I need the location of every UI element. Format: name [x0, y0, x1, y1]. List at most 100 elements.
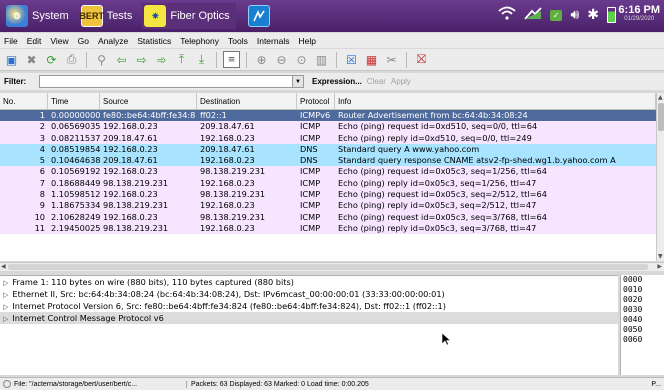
tests-button[interactable]: BERT Tests: [79, 3, 139, 29]
go-first-icon[interactable]: ⤒: [173, 51, 190, 68]
detail-row-icmpv6[interactable]: ▷ Internet Control Message Protocol v6: [0, 312, 618, 324]
signal-icon[interactable]: [524, 6, 542, 24]
column-header-protocol[interactable]: Protocol: [297, 93, 335, 110]
zoom-in-icon[interactable]: ⊕: [253, 51, 270, 68]
packet-cell-no: 2: [39, 121, 45, 132]
menu-internals[interactable]: Internals: [257, 36, 290, 46]
scroll-left-icon[interactable]: ◀: [1, 263, 6, 270]
menu-bar: File Edit View Go Analyze Statistics Tel…: [0, 33, 664, 48]
preferences-icon[interactable]: ✂: [383, 51, 400, 68]
go-to-packet-icon[interactable]: ➾: [153, 51, 170, 68]
packet-row[interactable]: 11 2.19450025 98.138.219.231 192.168.0.23 IC…: [0, 222, 656, 235]
packet-cell-dst: 98.138.219.231: [200, 211, 266, 222]
menu-analyze[interactable]: Analyze: [98, 36, 128, 46]
packet-row[interactable]: 7 0.18688449 98.138.219.231 192.168.0.23 ICM…: [0, 177, 656, 190]
zoom-out-icon[interactable]: ⊖: [273, 51, 290, 68]
expand-arrow-icon[interactable]: ▷: [3, 291, 8, 299]
detail-row-ipv6[interactable]: ▷ Internet Protocol Version 6, Src: fe80:…: [0, 300, 618, 312]
menu-tools[interactable]: Tools: [228, 36, 248, 46]
packet-row[interactable]: 2 0.06569035 192.168.0.23 209.18.47.61 ICMP E…: [0, 121, 656, 133]
go-last-icon[interactable]: ⤓: [193, 51, 210, 68]
expand-arrow-icon[interactable]: ▷: [3, 279, 8, 287]
menu-help[interactable]: Help: [298, 36, 315, 46]
battery-icon: [607, 7, 616, 23]
battery-status-icon[interactable]: ✓: [549, 9, 563, 21]
packet-row[interactable]: 5 0.10464638 209.18.47.61 192.168.0.23 DNS St…: [0, 155, 656, 167]
packet-row[interactable]: 6 0.10569192 192.168.0.23 98.138.219.231 ICM…: [0, 166, 656, 178]
toolbar-separator: [406, 51, 407, 68]
packet-row[interactable]: 8 1.10598512 192.168.0.23 98.138.219.231 ICM…: [0, 189, 656, 201]
column-header-info[interactable]: Info: [335, 93, 656, 110]
coloring-rules-icon[interactable]: ▦: [363, 51, 380, 68]
packet-cell-src: 192.168.0.23: [103, 211, 158, 222]
wireshark-app-button[interactable]: [240, 3, 280, 29]
detail-row-frame[interactable]: ▷ Frame 1: 110 bytes on wire (880 bits), …: [0, 276, 618, 288]
packet-cell-dst: ff02::1: [200, 110, 227, 120]
filter-input[interactable]: [39, 75, 293, 88]
system-button[interactable]: ⚙ System: [4, 3, 75, 29]
packet-list-vscrollbar[interactable]: ▲ ▼: [656, 93, 664, 261]
colorize-icon[interactable]: ≡: [223, 51, 240, 68]
packet-cell-time: 1.18675334: [51, 200, 100, 211]
expand-arrow-icon[interactable]: ▷: [3, 303, 8, 311]
hscroll-thumb[interactable]: [8, 264, 648, 270]
save-icon[interactable]: ▣: [3, 51, 20, 68]
zoom-normal-icon[interactable]: ⊙: [293, 51, 310, 68]
reload-icon[interactable]: ⟳: [43, 51, 60, 68]
help-icon[interactable]: ⛝: [413, 51, 430, 68]
print-icon[interactable]: ⎙: [63, 51, 80, 68]
apply-button[interactable]: Apply: [391, 77, 411, 86]
menu-go[interactable]: Go: [78, 36, 89, 46]
column-header-destination[interactable]: Destination: [197, 93, 297, 110]
packet-cell-src: 192.168.0.23: [103, 189, 158, 200]
detail-text: Internet Protocol Version 6, Src: fe80::…: [12, 301, 446, 311]
close-file-icon[interactable]: ✖: [23, 51, 40, 68]
filter-dropdown-icon[interactable]: ▼: [293, 75, 304, 88]
menu-statistics[interactable]: Statistics: [137, 36, 171, 46]
scroll-right-icon[interactable]: ▶: [657, 263, 662, 270]
packet-cell-no: 9: [39, 200, 45, 211]
menu-file[interactable]: File: [4, 36, 18, 46]
resize-columns-icon[interactable]: ▥: [313, 51, 330, 68]
packet-cell-proto: ICMP: [300, 166, 321, 177]
wifi-icon[interactable]: [498, 6, 516, 24]
scroll-thumb[interactable]: [658, 103, 664, 131]
packet-row[interactable]: 9 1.18675334 98.138.219.231 192.168.0.23 ICM…: [0, 200, 656, 212]
fiber-optics-button[interactable]: ✷ Fiber Optics: [142, 3, 236, 29]
packet-cell-no: 11: [34, 222, 45, 233]
status-bar: File: "/acterna/storage/bert/user/bert/c…: [0, 377, 664, 390]
clear-button[interactable]: Clear: [367, 77, 386, 86]
capture-filters-icon[interactable]: ☒: [343, 51, 360, 68]
expert-info-icon[interactable]: [3, 380, 11, 388]
expression-button[interactable]: Expression...: [312, 77, 362, 86]
scroll-down-icon[interactable]: ▼: [658, 253, 663, 260]
column-header-no[interactable]: No.: [0, 93, 48, 110]
scroll-up-icon[interactable]: ▲: [658, 94, 663, 101]
go-forward-icon[interactable]: ⇨: [133, 51, 150, 68]
packet-cell-no: 6: [39, 166, 45, 177]
packet-cell-info: Echo (ping) reply id=0xd510, seq=0/0, tt…: [338, 132, 532, 143]
packet-row[interactable]: 4 0.08519854 192.168.0.23 209.18.47.61 DNS St…: [0, 143, 656, 156]
bluetooth-icon[interactable]: ✱: [587, 7, 599, 23]
packet-list-hscrollbar[interactable]: ◀ ▶: [0, 262, 664, 271]
menu-telephony[interactable]: Telephony: [180, 36, 219, 46]
system-bar: ⚙ System BERT Tests ✷ Fiber Optics ✓ 🔊︎ …: [0, 0, 664, 32]
packet-row[interactable]: 1 0.00000000 fe80::be64:4bff:fe34:8 ff02::1…: [0, 110, 656, 122]
packet-cell-dst: 192.168.0.23: [200, 155, 255, 166]
detail-row-ethernet[interactable]: ▷ Ethernet II, Src: bc:64:4b:34:08:24 (bc…: [0, 288, 618, 300]
packet-cell-src: 98.138.219.231: [103, 200, 169, 211]
go-back-icon[interactable]: ⇦: [113, 51, 130, 68]
packet-cell-time: 1.10598512: [51, 189, 100, 200]
status-profile[interactable]: P...: [651, 381, 661, 388]
expand-arrow-icon[interactable]: ▷: [3, 315, 8, 323]
find-packet-icon[interactable]: ⚲: [93, 51, 110, 68]
packet-row[interactable]: 10 2.10628249 192.168.0.23 98.138.219.231 IC…: [0, 211, 656, 223]
packet-cell-time: 0.10464638: [51, 155, 100, 166]
column-header-source[interactable]: Source: [100, 93, 197, 110]
clock-time: 6:16 PM: [618, 4, 660, 16]
volume-icon[interactable]: 🔊︎: [570, 7, 579, 23]
menu-view[interactable]: View: [50, 36, 68, 46]
packet-row[interactable]: 3 0.08211537 209.18.47.61 192.168.0.23 ICMP E…: [0, 132, 656, 144]
menu-edit[interactable]: Edit: [27, 36, 42, 46]
column-header-time[interactable]: Time: [48, 93, 100, 110]
